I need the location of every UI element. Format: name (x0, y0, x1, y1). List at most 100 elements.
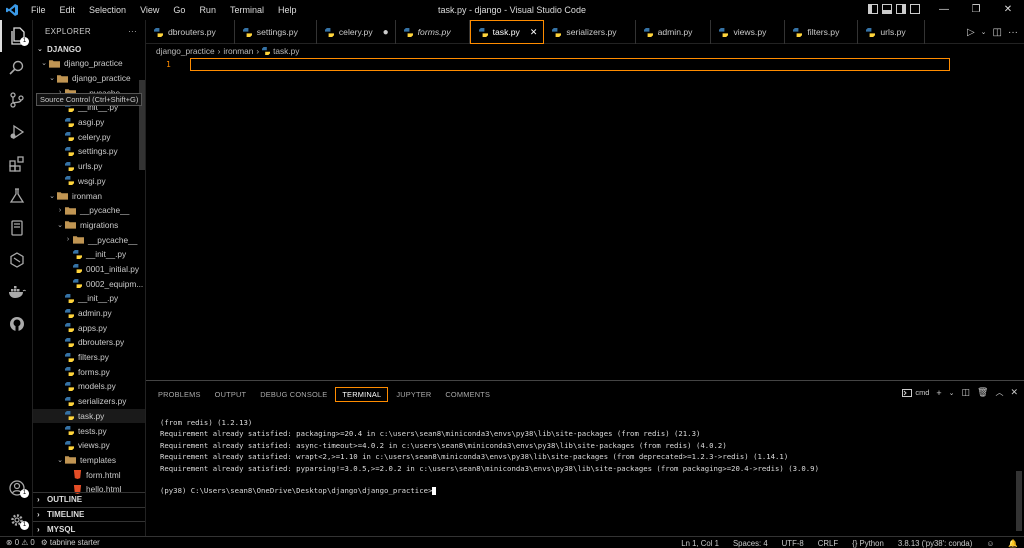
ssh-icon[interactable] (0, 244, 33, 276)
tree-file[interactable]: celery.py (33, 129, 145, 144)
close-panel-icon[interactable]: ✕ (1010, 387, 1018, 398)
terminal-output[interactable]: (from redis) (1.2.13) Requirement already… (146, 417, 1024, 537)
tree-file[interactable]: admin.py (33, 306, 145, 321)
menu-terminal[interactable]: Terminal (223, 0, 271, 20)
tree-file[interactable]: __init__.py (33, 247, 145, 262)
tree-file[interactable]: dbrouters.py (33, 335, 145, 350)
toggle-panel-icon[interactable] (882, 4, 892, 14)
explorer-icon[interactable]: 1 (0, 20, 33, 52)
restore-icon[interactable]: ❐ (960, 0, 992, 20)
more-actions-icon[interactable]: ··· (128, 27, 137, 36)
terminal-selector[interactable]: cmd (902, 388, 929, 397)
close-tab-icon[interactable]: ✕ (530, 27, 538, 38)
tab-forms[interactable]: forms.py (396, 20, 470, 44)
menu-go[interactable]: Go (166, 0, 192, 20)
panel-tab-debug-console[interactable]: DEBUG CONSOLE (254, 388, 333, 401)
run-file-icon[interactable]: ▷ (967, 27, 975, 38)
encoding[interactable]: UTF-8 (782, 539, 804, 548)
menu-view[interactable]: View (133, 0, 166, 20)
tab-serializers[interactable]: serializers.py (544, 20, 636, 44)
tree-folder[interactable]: › __pycache__ (33, 203, 145, 218)
tree-file[interactable]: 0002_equipm... (33, 276, 145, 291)
unsaved-dot-icon[interactable]: ● (383, 27, 389, 38)
tree-folder[interactable]: ⌄ templates (33, 453, 145, 468)
tab-settings[interactable]: settings.py (235, 20, 317, 44)
tree-file[interactable]: forms.py (33, 364, 145, 379)
line-ending[interactable]: CRLF (818, 539, 838, 548)
breadcrumb-folder[interactable]: ironman (223, 46, 253, 56)
panel-tab-jupyter[interactable]: JUPYTER (390, 388, 437, 401)
tree-folder[interactable]: ⌄ django_practice (33, 71, 145, 86)
maximize-panel-icon[interactable]: ︿ (995, 387, 1003, 398)
tree-folder[interactable]: › __pycache__ (33, 232, 145, 247)
tab-task[interactable]: task.py ✕ (469, 20, 545, 44)
tree-file[interactable]: views.py (33, 438, 145, 453)
remote-explorer-icon[interactable] (0, 212, 33, 244)
tab-admin[interactable]: admin.py (636, 20, 712, 44)
section-mysql[interactable]: › MYSQL (33, 521, 145, 536)
testing-icon[interactable] (0, 180, 33, 212)
feedback-icon[interactable]: ☺ (986, 539, 994, 548)
tree-file[interactable]: 0001_initial.py (33, 262, 145, 277)
terminal-scrollbar[interactable] (1016, 471, 1022, 531)
tree-file[interactable]: filters.py (33, 350, 145, 365)
docker-icon[interactable] (0, 276, 33, 308)
menu-run[interactable]: Run (192, 0, 223, 20)
problems-status[interactable]: ⊗ 0 ⚠ 0 (6, 538, 35, 547)
toggle-secondary-sidebar-icon[interactable] (896, 4, 906, 14)
minimize-icon[interactable]: — (928, 0, 960, 20)
tree-file[interactable]: urls.py (33, 159, 145, 174)
toggle-sidebar-icon[interactable] (868, 4, 878, 14)
chevron-down-icon[interactable]: ⌄ (949, 389, 955, 397)
tree-file[interactable]: wsgi.py (33, 174, 145, 189)
indentation[interactable]: Spaces: 4 (733, 539, 768, 548)
tree-file[interactable]: apps.py (33, 320, 145, 335)
breadcrumb-file[interactable]: task.py (273, 46, 299, 56)
language-mode[interactable]: {} Python (852, 539, 884, 548)
tab-celery[interactable]: celery.py ● (317, 20, 396, 44)
run-debug-icon[interactable] (0, 116, 33, 148)
close-window-icon[interactable]: ✕ (992, 0, 1024, 20)
gear-icon[interactable]: 1 (0, 504, 33, 536)
tree-file[interactable]: serializers.py (33, 394, 145, 409)
menu-help[interactable]: Help (271, 0, 304, 20)
tree-file[interactable]: task.py (33, 408, 145, 424)
github-icon[interactable] (0, 308, 33, 340)
tab-urls[interactable]: urls.py (858, 20, 925, 44)
panel-tab-terminal[interactable]: TERMINAL (335, 386, 389, 402)
trash-icon[interactable]: 🗑 (977, 387, 988, 398)
menu-file[interactable]: File (24, 0, 53, 20)
tab-views[interactable]: views.py (711, 20, 786, 44)
new-terminal-icon[interactable]: + (936, 388, 941, 398)
tab-dbrouters[interactable]: dbrouters.py (146, 20, 235, 44)
menu-edit[interactable]: Edit (53, 0, 83, 20)
cursor-position[interactable]: Ln 1, Col 1 (681, 539, 719, 548)
section-outline[interactable]: › OUTLINE (33, 491, 145, 507)
tree-file[interactable]: tests.py (33, 423, 145, 438)
menu-selection[interactable]: Selection (82, 0, 133, 20)
tabnine-status[interactable]: ⚙ tabnine starter (41, 538, 100, 547)
more-actions-icon[interactable]: ··· (1008, 27, 1018, 38)
tree-file[interactable]: asgi.py (33, 115, 145, 130)
source-control-icon[interactable] (0, 84, 33, 116)
notifications-icon[interactable]: 🔔 (1008, 539, 1018, 548)
workspace-section[interactable]: ⌄ DJANGO (33, 42, 145, 56)
search-icon[interactable] (0, 52, 33, 84)
panel-tab-output[interactable]: OUTPUT (209, 388, 253, 401)
tree-file[interactable]: form.html (33, 467, 145, 482)
split-terminal-icon[interactable]: ◫ (962, 387, 971, 398)
extensions-icon[interactable] (0, 148, 33, 180)
chevron-down-icon[interactable]: ⌄ (981, 28, 987, 36)
tree-file[interactable]: __init__.py (33, 291, 145, 306)
tree-folder[interactable]: ⌄ ironman (33, 188, 145, 203)
python-interpreter[interactable]: 3.8.13 ('py38': conda) (898, 539, 973, 548)
breadcrumb-folder[interactable]: django_practice (156, 46, 215, 56)
customize-layout-icon[interactable] (910, 4, 920, 14)
section-timeline[interactable]: › TIMELINE (33, 506, 145, 522)
tree-file[interactable]: models.py (33, 379, 145, 394)
tree-folder[interactable]: ⌄ migrations (33, 218, 145, 233)
panel-tab-comments[interactable]: COMMENTS (439, 388, 496, 401)
code-editor[interactable]: 1 (146, 58, 1024, 380)
tab-filters[interactable]: filters.py (785, 20, 859, 44)
panel-tab-problems[interactable]: PROBLEMS (152, 388, 207, 401)
